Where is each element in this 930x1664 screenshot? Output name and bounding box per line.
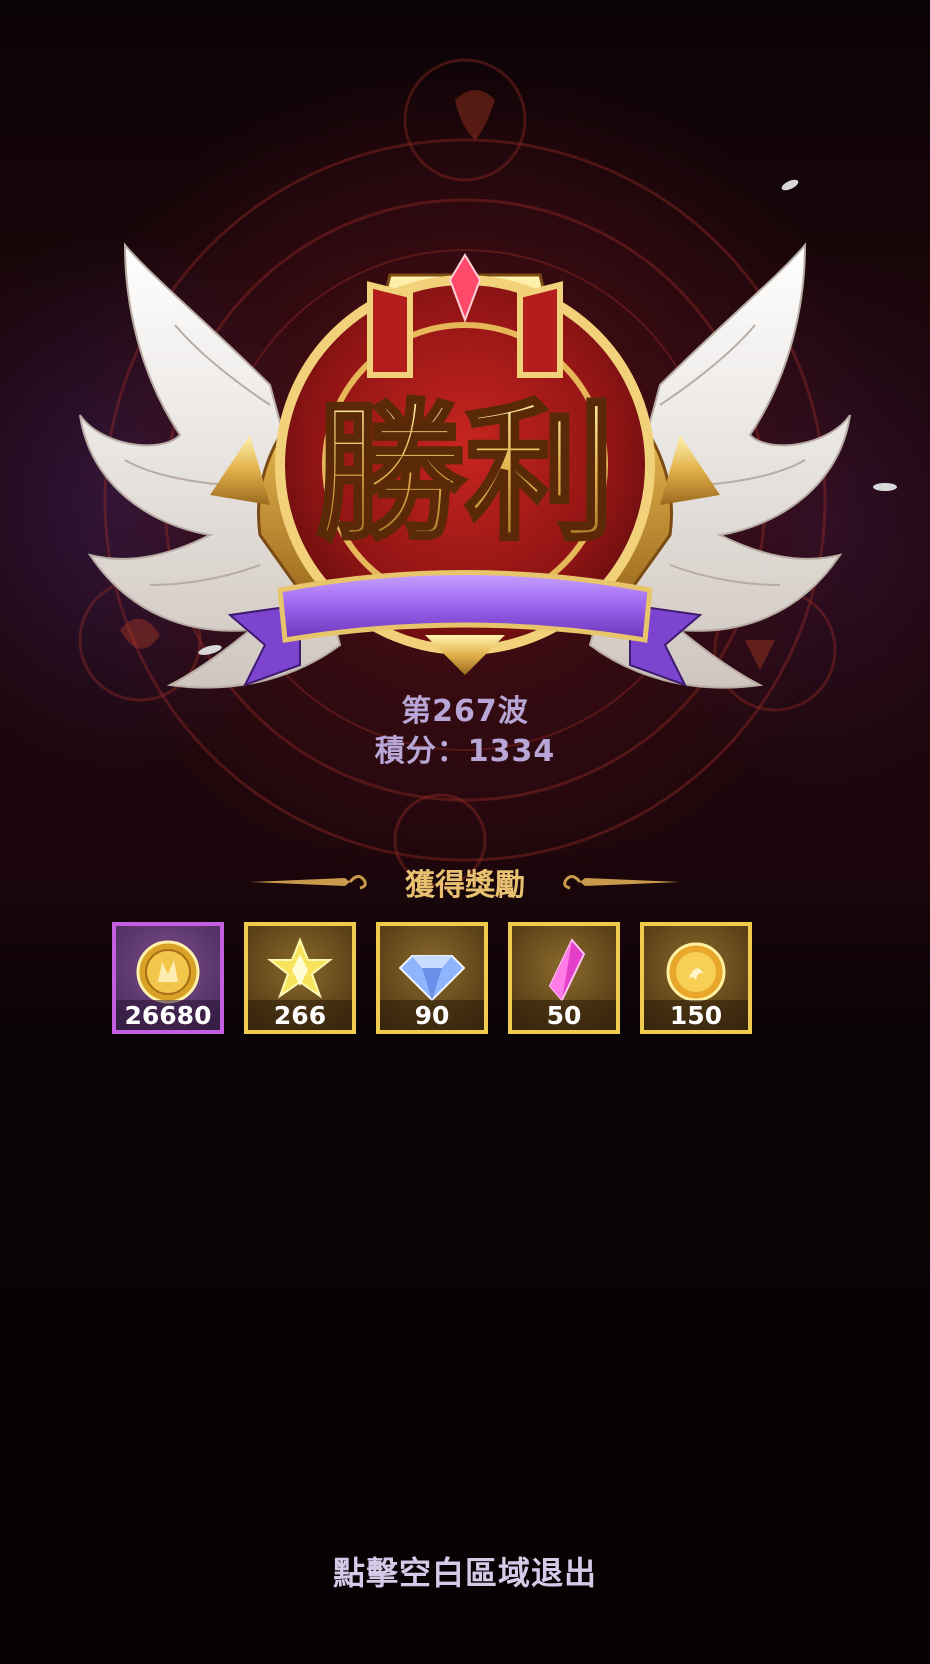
blue-diamond-icon xyxy=(398,955,466,1002)
reward-item-pink-crystal[interactable]: 50 xyxy=(508,922,620,1034)
reward-item-gold-coin[interactable]: 26680 xyxy=(112,922,224,1034)
exit-hint[interactable]: 點擊空白區域退出 xyxy=(0,1548,930,1594)
reward-item-diamond[interactable]: 90 xyxy=(376,922,488,1034)
reward-quantity: 50 xyxy=(512,1000,616,1030)
yellow-star-crystal-icon xyxy=(267,937,333,999)
victory-title: 勝利 xyxy=(315,387,615,561)
wave-number: 第267波 xyxy=(401,694,529,729)
reward-item-star-crystal[interactable]: 266 xyxy=(244,922,356,1034)
gold-coin-icon xyxy=(136,940,200,1004)
reward-quantity: 90 xyxy=(380,1000,484,1030)
reward-quantity: 266 xyxy=(248,1000,352,1030)
victory-screen[interactable]: 勝利 第267波 積分：1334 獲得獎勵 26680 266 90 50 15… xyxy=(0,0,930,1664)
reward-list: 26680 266 90 50 150 xyxy=(112,922,752,1034)
reward-quantity: 26680 xyxy=(116,1000,220,1030)
gold-orb-icon xyxy=(666,942,726,1002)
reward-quantity: 150 xyxy=(644,1000,748,1030)
reward-item-gold-orb[interactable]: 150 xyxy=(640,922,752,1034)
victory-emblem: 勝利 xyxy=(79,242,851,689)
score-label: 積分：1334 xyxy=(374,734,556,769)
reward-title: 獲得獎勵 xyxy=(405,868,525,903)
pink-crystal-icon xyxy=(548,938,586,1002)
